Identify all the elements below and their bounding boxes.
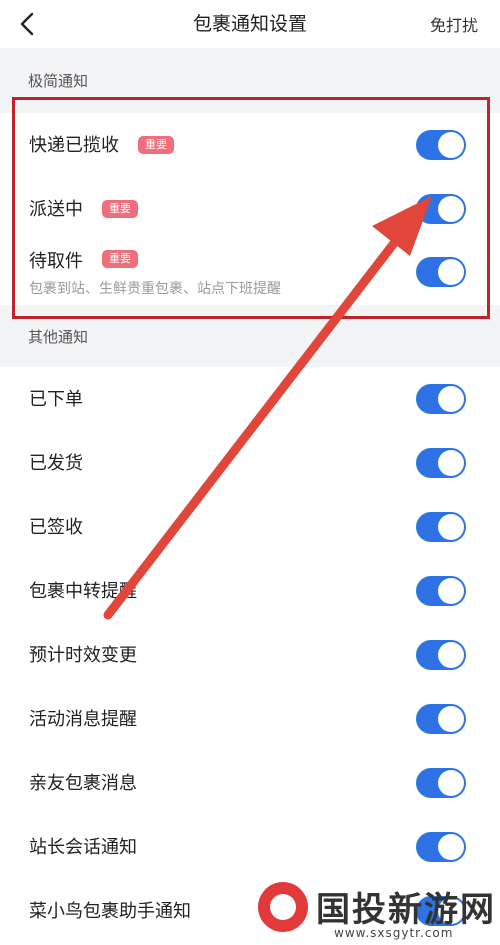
toggle-knob bbox=[438, 642, 464, 668]
setting-row-ordered: 已下单 bbox=[0, 367, 500, 431]
setting-row-station-chat: 站长会话通知 bbox=[0, 815, 500, 879]
do-not-disturb-button[interactable]: 免打扰 bbox=[430, 12, 478, 36]
important-badge: 重要 bbox=[102, 250, 138, 268]
toggle-knob bbox=[438, 386, 464, 412]
toggle-knob bbox=[438, 196, 464, 222]
toggle-transit[interactable] bbox=[416, 576, 466, 606]
important-badge: 重要 bbox=[138, 136, 174, 154]
toggle-knob bbox=[438, 770, 464, 796]
top-nav-bar: 包裹通知设置 免打扰 bbox=[0, 0, 500, 48]
setting-row-shipped: 已发货 bbox=[0, 431, 500, 495]
setting-label: 包裹中转提醒 bbox=[29, 581, 137, 602]
setting-label: 已签收 bbox=[29, 517, 83, 538]
setting-label: 已发货 bbox=[29, 453, 83, 474]
setting-label: 站长会话通知 bbox=[29, 837, 137, 858]
setting-row-pickup: 待取件 重要 包裹到站、生鲜贵重包裹、站点下班提醒 bbox=[0, 241, 500, 305]
toggle-knob bbox=[438, 578, 464, 604]
setting-label: 亲友包裹消息 bbox=[29, 773, 137, 794]
section-title-simple: 极简通知 bbox=[28, 72, 89, 90]
setting-label: 预计时效变更 bbox=[29, 645, 137, 666]
setting-label: 活动消息提醒 bbox=[29, 709, 137, 730]
important-badge: 重要 bbox=[102, 200, 138, 218]
toggle-promotions[interactable] bbox=[416, 704, 466, 734]
toggle-knob bbox=[438, 514, 464, 540]
setting-label: 派送中 bbox=[29, 199, 83, 220]
setting-row-signed: 已签收 bbox=[0, 495, 500, 559]
page-title: 包裹通知设置 bbox=[192, 13, 307, 35]
setting-row-eta-change: 预计时效变更 bbox=[0, 623, 500, 687]
toggle-knob bbox=[438, 706, 464, 732]
toggle-delivering[interactable] bbox=[416, 194, 466, 224]
watermark-text: 国投新游网 bbox=[316, 890, 496, 930]
watermark: 国投新游网 www.sxsgytr.com bbox=[250, 876, 500, 945]
watermark-logo-icon bbox=[258, 882, 308, 932]
toggle-station-chat[interactable] bbox=[416, 832, 466, 862]
setting-row-collected: 快递已揽收 重要 bbox=[0, 113, 500, 177]
watermark-url: www.sxsgytr.com bbox=[334, 926, 454, 940]
toggle-knob bbox=[438, 450, 464, 476]
toggle-collected[interactable] bbox=[416, 130, 466, 160]
setting-label: 快递已揽收 bbox=[29, 135, 119, 156]
toggle-knob bbox=[438, 834, 464, 860]
toggle-family[interactable] bbox=[416, 768, 466, 798]
setting-description: 包裹到站、生鲜贵重包裹、站点下班提醒 bbox=[29, 281, 281, 297]
toggle-knob bbox=[438, 132, 464, 158]
setting-label: 待取件 bbox=[29, 251, 83, 272]
setting-row-delivering: 派送中 重要 bbox=[0, 177, 500, 241]
setting-row-transit: 包裹中转提醒 bbox=[0, 559, 500, 623]
toggle-shipped[interactable] bbox=[416, 448, 466, 478]
toggle-signed[interactable] bbox=[416, 512, 466, 542]
toggle-pickup[interactable] bbox=[416, 257, 466, 287]
toggle-eta-change[interactable] bbox=[416, 640, 466, 670]
toggle-ordered[interactable] bbox=[416, 384, 466, 414]
toggle-knob bbox=[438, 259, 464, 285]
section-title-other: 其他通知 bbox=[28, 328, 89, 346]
setting-label: 已下单 bbox=[29, 389, 83, 410]
setting-row-promotions: 活动消息提醒 bbox=[0, 687, 500, 751]
setting-label: 菜小鸟包裹助手通知 bbox=[29, 901, 191, 922]
setting-row-family: 亲友包裹消息 bbox=[0, 751, 500, 815]
